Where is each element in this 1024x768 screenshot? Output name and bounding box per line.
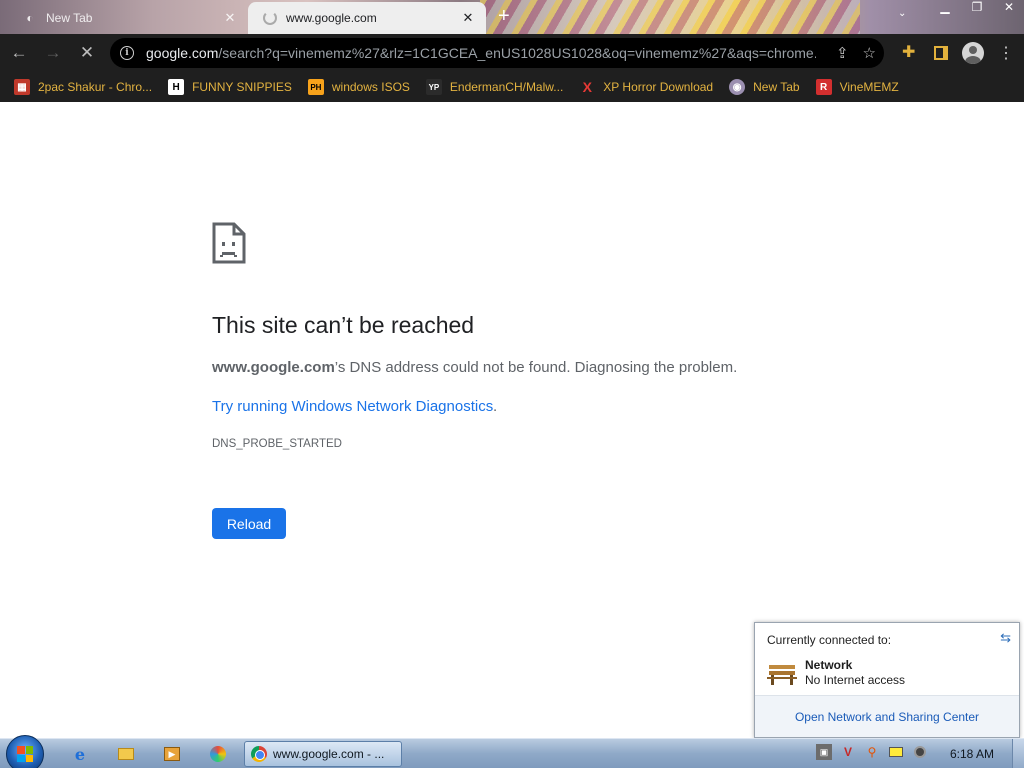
connected-header: Currently connected to: [767,633,892,647]
reload-button[interactable]: Reload [212,508,286,539]
show-desktop-button[interactable] [1012,739,1024,768]
taskbar-window-label: www.google.com - ... [273,747,385,761]
windows-logo-icon [17,746,33,762]
tab-new-tab[interactable]: ◐ New Tab ✕ [8,2,248,34]
side-panel-icon[interactable] [934,46,948,60]
taskbar-chrome-window[interactable]: www.google.com - ... [244,741,402,767]
bookmark-funny-snippies[interactable]: H FUNNY SNIPPIES [168,79,292,95]
network-bench-icon [767,665,797,685]
network-status: No Internet access [805,673,906,687]
url-path: /search?q=vinememz%27&rlz=1C1GCEA_enUS10… [218,45,816,61]
profile-avatar-icon[interactable] [962,42,984,64]
bookmark-2pac[interactable]: ▦ 2pac Shakur - Chro... [14,79,152,95]
file-explorer-icon[interactable] [112,742,140,766]
tray-search-icon[interactable]: ⚲ [864,744,880,760]
loading-spinner-icon [262,10,278,26]
bookmark-label: FUNNY SNIPPIES [192,80,292,94]
network-tray-icon[interactable] [888,744,904,760]
bookmark-xp-horror[interactable]: X XP Horror Download [579,79,714,95]
error-host: www.google.com [212,359,335,376]
tray-app-icon[interactable]: ▣ [816,744,832,760]
site-info-icon[interactable]: i [120,46,134,60]
tray-v-icon[interactable]: V [840,744,856,760]
tab-close-icon[interactable]: ✕ [220,10,240,26]
error-description: www.google.com’s DNS address could not b… [212,359,737,376]
extensions-puzzle-icon[interactable]: ✚ [902,44,920,62]
x-logo-icon: X [582,79,592,95]
error-title: This site can’t be reached [212,312,475,338]
bookmark-label: 2pac Shakur - Chro... [38,80,153,94]
bookmark-vinememz[interactable]: R VineMEMZ [815,79,899,95]
network-status-popup: Currently connected to: ⇆ Network No Int… [754,622,1020,738]
tab-search-icon[interactable]: ⌄ [898,8,906,19]
error-description-text: ’s DNS address could not be found. Diagn… [334,359,738,376]
network-diagnostics-link[interactable]: Try running Windows Network Diagnostics [212,398,493,415]
bookmark-star-icon[interactable]: ☆ [863,44,876,62]
tab-title: www.google.com [286,11,377,25]
taskbar-clock[interactable]: 6:18 AM [950,747,994,761]
minimize-icon[interactable]: ▁ [936,0,954,14]
bookmark-label: XP Horror Download [603,80,714,94]
system-tray: ▣ V ⚲ [816,744,928,760]
share-icon[interactable]: ⇪ [836,44,849,62]
bookmarks-bar: ▦ 2pac Shakur - Chro... H FUNNY SNIPPIES… [0,72,1024,102]
theme-background [480,0,860,34]
diagnostics-period: . [493,398,498,415]
bookmark-windows-isos[interactable]: PH windows ISOS [307,79,410,95]
url-text[interactable]: google.com/search?q=vinememz%27&rlz=1C1G… [146,45,816,61]
bookmark-endermanch[interactable]: YP EndermanCH/Malw... [425,79,564,95]
tab-title: New Tab [46,11,93,25]
globe-icon: ◉ [729,79,746,95]
forward-arrow-icon[interactable]: → [38,38,68,68]
back-arrow-icon[interactable]: ← [4,38,34,68]
bookmark-label: VineMEMZ [839,80,899,94]
stop-loading-icon[interactable]: ✕ [72,38,102,68]
bookmark-new-tab[interactable]: ◉ New Tab [729,79,800,95]
tab-strip: ◐ New Tab ✕ www.google.com ✕ + ⌄ ▁ ❐ ✕ [0,0,1024,34]
close-window-icon[interactable]: ✕ [1000,0,1018,14]
window-controls: ▁ ❐ ✕ [936,0,1018,14]
browser-toolbar: ← → ✕ i google.com/search?q=vinememz%27&… [0,34,1024,72]
ph-logo-icon: PH [307,79,324,95]
menu-dots-icon[interactable]: ⋮ [998,43,1014,63]
network-name: Network [805,658,853,672]
media-player-icon[interactable]: ▶ [158,742,186,766]
paint-icon[interactable] [204,742,232,766]
volume-icon[interactable] [912,744,928,760]
chrome-newtab-icon: ◐ [26,11,34,25]
h-logo-icon: H [168,79,185,95]
error-code: DNS_PROBE_STARTED [212,438,342,450]
url-host: google.com [146,45,219,61]
sad-page-icon [212,222,246,264]
refresh-icon[interactable]: ⇆ [1000,630,1011,646]
internet-explorer-icon[interactable]: e [66,742,94,766]
yp-logo-icon: YP [425,79,442,95]
bookmark-label: windows ISOS [331,80,410,94]
r-logo-icon: R [815,79,832,95]
network-sharing-center-link[interactable]: Open Network and Sharing Center [755,695,1019,737]
chrome-icon [251,746,267,762]
tab-google[interactable]: www.google.com ✕ [248,2,486,34]
bookmark-label: New Tab [753,80,800,94]
windows-taskbar: e ▶ www.google.com - ... ▣ V ⚲ 6:18 AM [0,735,1024,768]
restore-icon[interactable]: ❐ [968,0,986,14]
bookmark-label: EndermanCH/Malw... [449,80,564,94]
tab-close-icon[interactable]: ✕ [458,10,478,26]
address-bar[interactable]: i google.com/search?q=vinememz%27&rlz=1C… [110,38,884,68]
start-button[interactable] [6,735,44,768]
new-tab-button[interactable]: + [498,6,510,26]
gift-icon: ▦ [14,79,30,95]
